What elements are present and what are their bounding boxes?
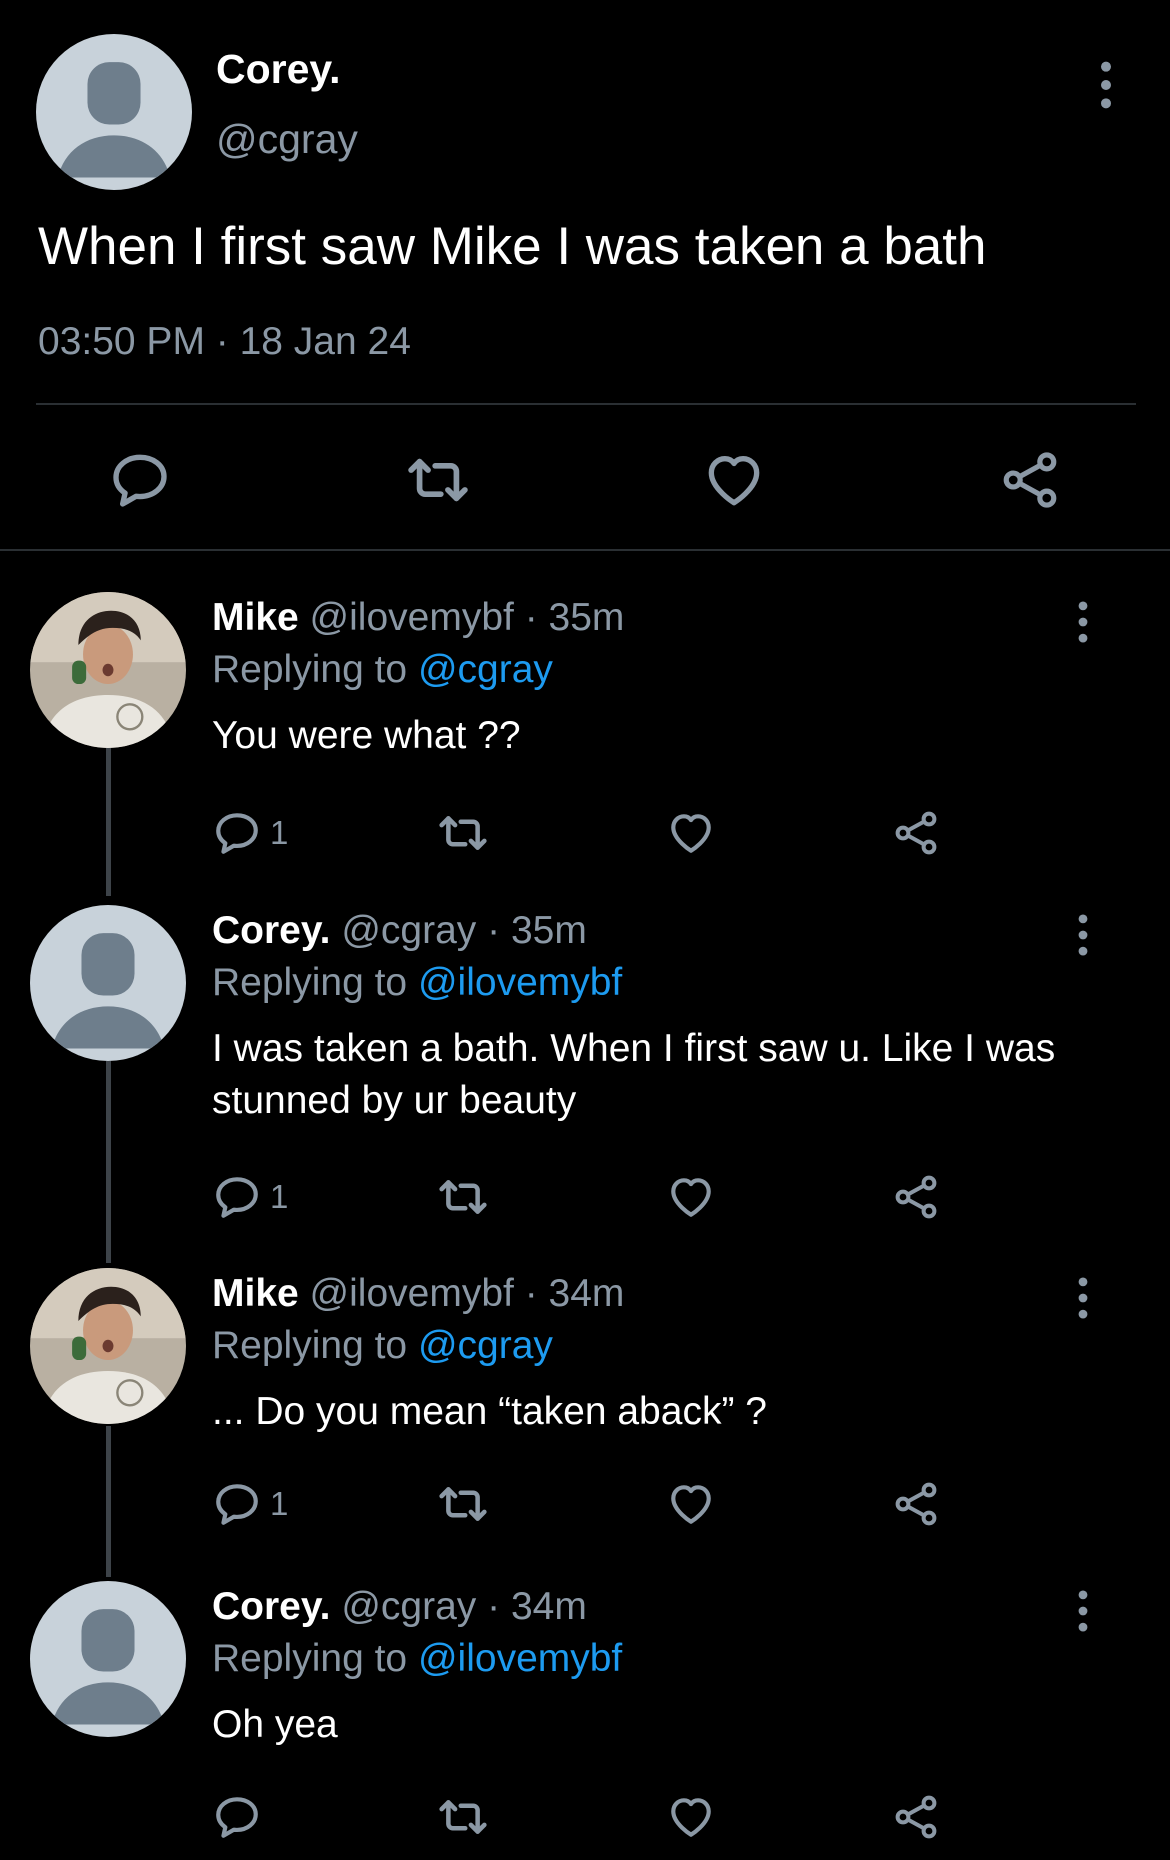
replying-to: Replying to @cgray [212, 644, 553, 696]
author-name[interactable]: Corey. [216, 46, 341, 93]
reply-icon[interactable] [100, 440, 180, 520]
retweet-icon[interactable] [436, 1167, 490, 1227]
replying-to-link[interactable]: @ilovemybf [418, 1637, 622, 1680]
author-handle[interactable]: @cgray [216, 116, 358, 163]
reply-button[interactable] [212, 1787, 270, 1847]
replying-to-label: Replying to [212, 648, 418, 691]
section-divider [0, 549, 1170, 551]
avatar[interactable] [30, 592, 186, 748]
replying-to-link[interactable]: @cgray [418, 1324, 553, 1367]
author-handle-time[interactable]: @ilovemybf · 34m [310, 1272, 625, 1315]
replying-to: Replying to @ilovemybf [212, 957, 622, 1009]
share-icon[interactable] [892, 803, 940, 863]
retweet-icon[interactable] [436, 1474, 490, 1534]
author-name[interactable]: Corey. [212, 909, 331, 952]
reply-header: Corey. @cgray · 35m [212, 905, 587, 957]
reply-button[interactable]: 1 [212, 1474, 288, 1534]
replying-to: Replying to @cgray [212, 1320, 553, 1372]
reply-actions [0, 1787, 1170, 1847]
retweet-icon[interactable] [398, 440, 478, 520]
like-icon[interactable] [666, 1167, 716, 1227]
more-icon[interactable] [1074, 1589, 1104, 1633]
author-name[interactable]: Mike [212, 1272, 299, 1315]
avatar[interactable] [30, 1581, 186, 1737]
reply-text: I was taken a bath. When I first saw u. … [212, 1027, 1056, 1122]
retweet-icon[interactable] [436, 803, 490, 863]
author-handle-time[interactable]: @cgray · 34m [341, 1585, 586, 1628]
share-icon[interactable] [892, 1474, 940, 1534]
reply-button[interactable]: 1 [212, 803, 288, 863]
share-icon[interactable] [990, 440, 1070, 520]
avatar[interactable] [36, 34, 192, 190]
reply-count: 1 [270, 1485, 289, 1522]
main-tweet: Corey. @cgray When I first saw Mike I wa… [0, 0, 1170, 550]
tweet-text: When I first saw Mike I was taken a bath [38, 217, 987, 276]
reply-icon[interactable] [212, 1792, 262, 1842]
reply-button[interactable]: 1 [212, 1167, 288, 1227]
replying-to: Replying to @ilovemybf [212, 1633, 622, 1685]
reply-actions: 1 [0, 803, 1170, 863]
reply-actions: 1 [0, 1167, 1170, 1227]
reply-text: ... Do you mean “taken aback” ? [212, 1390, 767, 1433]
replying-to-label: Replying to [212, 1324, 418, 1367]
replying-to-link[interactable]: @ilovemybf [418, 961, 622, 1004]
like-icon[interactable] [666, 803, 716, 863]
reply-tweet[interactable]: Corey. @cgray · 34m Replying to @ilovemy… [0, 1581, 1170, 1860]
more-icon[interactable] [1074, 600, 1104, 644]
reply-count: 1 [270, 814, 289, 851]
more-icon[interactable] [1090, 60, 1122, 110]
more-icon[interactable] [1074, 1276, 1104, 1320]
reply-text: Oh yea [212, 1703, 338, 1746]
replying-to-label: Replying to [212, 1637, 418, 1680]
like-icon[interactable] [666, 1474, 716, 1534]
author-handle-time[interactable]: @ilovemybf · 35m [310, 596, 625, 639]
reply-icon[interactable] [212, 1479, 262, 1529]
reply-header: Corey. @cgray · 34m [212, 1581, 587, 1633]
reply-actions: 1 [0, 1474, 1170, 1534]
reply-tweet[interactable]: Mike @ilovemybf · 34m Replying to @cgray… [0, 1268, 1170, 1538]
like-icon[interactable] [666, 1787, 716, 1847]
reply-header: Mike @ilovemybf · 34m [212, 1268, 624, 1320]
reply-tweet[interactable]: Corey. @cgray · 35m Replying to @ilovemy… [0, 905, 1170, 1219]
retweet-icon[interactable] [436, 1787, 490, 1847]
replying-to-label: Replying to [212, 961, 418, 1004]
reply-count: 1 [270, 1178, 289, 1215]
avatar[interactable] [30, 1268, 186, 1424]
author-name[interactable]: Corey. [212, 1585, 331, 1628]
author-name[interactable]: Mike [212, 596, 299, 639]
reply-tweet[interactable]: Mike @ilovemybf · 35m Replying to @cgray… [0, 592, 1170, 855]
reply-icon[interactable] [212, 808, 262, 858]
reply-text: You were what ?? [212, 714, 521, 757]
more-icon[interactable] [1074, 913, 1104, 957]
share-icon[interactable] [892, 1787, 940, 1847]
reply-icon[interactable] [212, 1172, 262, 1222]
tweet-timestamp: 03:50 PM · 18 Jan 24 [38, 320, 411, 363]
share-icon[interactable] [892, 1167, 940, 1227]
like-icon[interactable] [694, 440, 774, 520]
avatar[interactable] [30, 905, 186, 1061]
divider [36, 403, 1136, 405]
reply-header: Mike @ilovemybf · 35m [212, 592, 624, 644]
replying-to-link[interactable]: @cgray [418, 648, 553, 691]
author-handle-time[interactable]: @cgray · 35m [341, 909, 586, 952]
tweet-actions [0, 440, 1170, 520]
